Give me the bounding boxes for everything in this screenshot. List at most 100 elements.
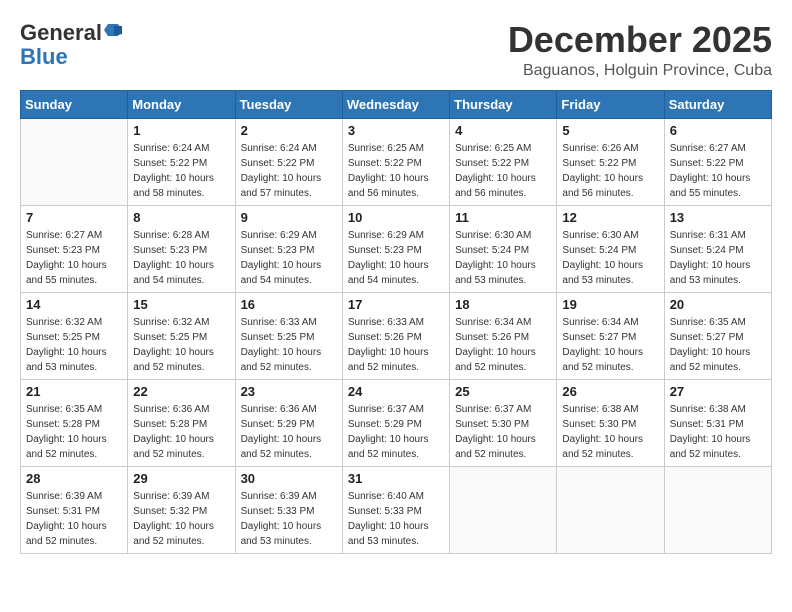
daylight-text: Daylight: 10 hours and 52 minutes.	[455, 347, 536, 373]
daylight-text: Daylight: 10 hours and 52 minutes.	[241, 434, 322, 460]
daylight-text: Daylight: 10 hours and 52 minutes.	[241, 347, 322, 373]
calendar-cell	[664, 466, 771, 553]
logo-blue: Blue	[20, 44, 68, 70]
day-info: Sunrise: 6:40 AM Sunset: 5:33 PM Dayligh…	[348, 489, 444, 549]
daylight-text: Daylight: 10 hours and 54 minutes.	[348, 260, 429, 286]
calendar-week-row: 21 Sunrise: 6:35 AM Sunset: 5:28 PM Dayl…	[21, 379, 772, 466]
calendar-cell: 1 Sunrise: 6:24 AM Sunset: 5:22 PM Dayli…	[128, 118, 235, 205]
sunset-text: Sunset: 5:24 PM	[670, 245, 744, 256]
calendar-week-row: 7 Sunrise: 6:27 AM Sunset: 5:23 PM Dayli…	[21, 205, 772, 292]
day-info: Sunrise: 6:29 AM Sunset: 5:23 PM Dayligh…	[348, 228, 444, 288]
logo-icon	[104, 22, 122, 40]
weekday-header: Thursday	[450, 90, 557, 118]
day-number: 5	[562, 123, 658, 138]
day-number: 10	[348, 210, 444, 225]
sunrise-text: Sunrise: 6:25 AM	[348, 143, 424, 154]
sunset-text: Sunset: 5:22 PM	[455, 158, 529, 169]
day-number: 2	[241, 123, 337, 138]
sunset-text: Sunset: 5:23 PM	[133, 245, 207, 256]
day-number: 7	[26, 210, 122, 225]
day-number: 14	[26, 297, 122, 312]
sunset-text: Sunset: 5:25 PM	[133, 332, 207, 343]
day-info: Sunrise: 6:30 AM Sunset: 5:24 PM Dayligh…	[455, 228, 551, 288]
sunrise-text: Sunrise: 6:33 AM	[348, 317, 424, 328]
logo-general: General	[20, 20, 102, 46]
sunset-text: Sunset: 5:32 PM	[133, 506, 207, 517]
sunset-text: Sunset: 5:22 PM	[670, 158, 744, 169]
day-info: Sunrise: 6:39 AM Sunset: 5:32 PM Dayligh…	[133, 489, 229, 549]
sunrise-text: Sunrise: 6:33 AM	[241, 317, 317, 328]
calendar-cell: 25 Sunrise: 6:37 AM Sunset: 5:30 PM Dayl…	[450, 379, 557, 466]
day-number: 11	[455, 210, 551, 225]
sunrise-text: Sunrise: 6:34 AM	[562, 317, 638, 328]
calendar-cell: 16 Sunrise: 6:33 AM Sunset: 5:25 PM Dayl…	[235, 292, 342, 379]
day-number: 15	[133, 297, 229, 312]
weekday-header: Saturday	[664, 90, 771, 118]
sunrise-text: Sunrise: 6:39 AM	[26, 491, 102, 502]
month-year-title: December 2025	[508, 20, 772, 60]
sunrise-text: Sunrise: 6:28 AM	[133, 230, 209, 241]
sunrise-text: Sunrise: 6:34 AM	[455, 317, 531, 328]
sunrise-text: Sunrise: 6:29 AM	[241, 230, 317, 241]
sunset-text: Sunset: 5:22 PM	[348, 158, 422, 169]
day-info: Sunrise: 6:24 AM Sunset: 5:22 PM Dayligh…	[241, 141, 337, 201]
daylight-text: Daylight: 10 hours and 53 minutes.	[562, 260, 643, 286]
sunset-text: Sunset: 5:28 PM	[133, 419, 207, 430]
sunrise-text: Sunrise: 6:26 AM	[562, 143, 638, 154]
calendar-week-row: 14 Sunrise: 6:32 AM Sunset: 5:25 PM Dayl…	[21, 292, 772, 379]
day-info: Sunrise: 6:27 AM Sunset: 5:22 PM Dayligh…	[670, 141, 766, 201]
day-number: 13	[670, 210, 766, 225]
day-number: 23	[241, 384, 337, 399]
sunset-text: Sunset: 5:28 PM	[26, 419, 100, 430]
sunrise-text: Sunrise: 6:31 AM	[670, 230, 746, 241]
day-number: 17	[348, 297, 444, 312]
calendar-cell: 13 Sunrise: 6:31 AM Sunset: 5:24 PM Dayl…	[664, 205, 771, 292]
day-info: Sunrise: 6:24 AM Sunset: 5:22 PM Dayligh…	[133, 141, 229, 201]
day-number: 1	[133, 123, 229, 138]
day-info: Sunrise: 6:31 AM Sunset: 5:24 PM Dayligh…	[670, 228, 766, 288]
calendar-cell	[557, 466, 664, 553]
sunset-text: Sunset: 5:25 PM	[241, 332, 315, 343]
day-info: Sunrise: 6:26 AM Sunset: 5:22 PM Dayligh…	[562, 141, 658, 201]
day-info: Sunrise: 6:30 AM Sunset: 5:24 PM Dayligh…	[562, 228, 658, 288]
day-number: 30	[241, 471, 337, 486]
day-number: 25	[455, 384, 551, 399]
sunset-text: Sunset: 5:31 PM	[26, 506, 100, 517]
sunset-text: Sunset: 5:22 PM	[241, 158, 315, 169]
sunrise-text: Sunrise: 6:39 AM	[133, 491, 209, 502]
daylight-text: Daylight: 10 hours and 52 minutes.	[133, 434, 214, 460]
daylight-text: Daylight: 10 hours and 56 minutes.	[348, 173, 429, 199]
day-number: 29	[133, 471, 229, 486]
sunset-text: Sunset: 5:27 PM	[562, 332, 636, 343]
day-number: 27	[670, 384, 766, 399]
weekday-header: Sunday	[21, 90, 128, 118]
sunrise-text: Sunrise: 6:38 AM	[670, 404, 746, 415]
day-info: Sunrise: 6:33 AM Sunset: 5:26 PM Dayligh…	[348, 315, 444, 375]
calendar-cell	[21, 118, 128, 205]
sunset-text: Sunset: 5:24 PM	[455, 245, 529, 256]
sunset-text: Sunset: 5:29 PM	[241, 419, 315, 430]
daylight-text: Daylight: 10 hours and 54 minutes.	[241, 260, 322, 286]
day-number: 9	[241, 210, 337, 225]
day-info: Sunrise: 6:38 AM Sunset: 5:31 PM Dayligh…	[670, 402, 766, 462]
sunset-text: Sunset: 5:31 PM	[670, 419, 744, 430]
sunrise-text: Sunrise: 6:27 AM	[26, 230, 102, 241]
sunrise-text: Sunrise: 6:30 AM	[455, 230, 531, 241]
daylight-text: Daylight: 10 hours and 56 minutes.	[562, 173, 643, 199]
daylight-text: Daylight: 10 hours and 52 minutes.	[670, 347, 751, 373]
daylight-text: Daylight: 10 hours and 52 minutes.	[562, 347, 643, 373]
day-info: Sunrise: 6:36 AM Sunset: 5:29 PM Dayligh…	[241, 402, 337, 462]
sunset-text: Sunset: 5:29 PM	[348, 419, 422, 430]
daylight-text: Daylight: 10 hours and 52 minutes.	[670, 434, 751, 460]
weekday-header: Friday	[557, 90, 664, 118]
day-info: Sunrise: 6:25 AM Sunset: 5:22 PM Dayligh…	[455, 141, 551, 201]
sunrise-text: Sunrise: 6:36 AM	[241, 404, 317, 415]
sunrise-text: Sunrise: 6:36 AM	[133, 404, 209, 415]
daylight-text: Daylight: 10 hours and 57 minutes.	[241, 173, 322, 199]
sunset-text: Sunset: 5:33 PM	[348, 506, 422, 517]
calendar-cell: 30 Sunrise: 6:39 AM Sunset: 5:33 PM Dayl…	[235, 466, 342, 553]
day-info: Sunrise: 6:28 AM Sunset: 5:23 PM Dayligh…	[133, 228, 229, 288]
calendar-cell: 5 Sunrise: 6:26 AM Sunset: 5:22 PM Dayli…	[557, 118, 664, 205]
calendar-cell: 26 Sunrise: 6:38 AM Sunset: 5:30 PM Dayl…	[557, 379, 664, 466]
sunrise-text: Sunrise: 6:29 AM	[348, 230, 424, 241]
